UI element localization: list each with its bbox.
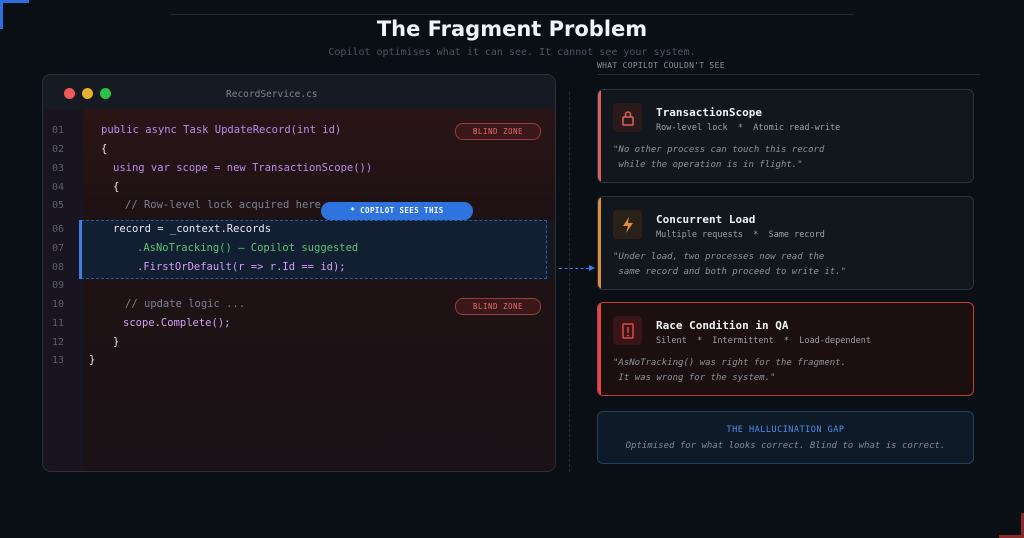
card-title: TransactionScope <box>656 106 762 119</box>
code-line: { <box>101 143 108 155</box>
line-number: 01 <box>52 125 65 136</box>
line-number: 13 <box>52 355 65 366</box>
blind-zone-badge-bottom: BLIND ZONE <box>455 298 541 315</box>
copilot-visible-marker <box>79 220 82 279</box>
header-rule <box>170 14 854 15</box>
card-title: Concurrent Load <box>656 213 756 226</box>
line-number: 10 <box>52 299 65 310</box>
card-quote: "AsNoTracking() was right for the fragme… <box>613 358 846 383</box>
card-race-condition: Race Condition in QA Silent * Intermitte… <box>597 302 974 396</box>
line-number: 07 <box>52 243 65 254</box>
gap-text: Optimised for what looks correct. Blind … <box>625 441 946 451</box>
card-tags: Row-level lock * Atomic read-write <box>656 123 841 133</box>
card-accent <box>598 90 601 182</box>
line-number: 06 <box>52 224 65 235</box>
code-line: } <box>113 336 120 348</box>
hallucination-gap-card: THE HALLUCINATION GAP Optimised for what… <box>597 411 974 464</box>
window-maximize-button[interactable] <box>100 88 111 99</box>
section-rule <box>597 74 980 75</box>
code-line: record = _context.Records <box>113 223 272 235</box>
card-concurrent-load: Concurrent Load Multiple requests * Same… <box>597 196 974 290</box>
code-line: scope.Complete(); <box>123 317 231 329</box>
lightning-icon <box>613 210 642 239</box>
code-comment: // update logic ... <box>125 298 246 310</box>
copilot-sees-badge: * COPILOT SEES THIS <box>321 202 473 220</box>
blind-zone-badge-top: BLIND ZONE <box>455 123 541 140</box>
code-line: } <box>89 354 96 366</box>
window-close-button[interactable] <box>64 88 75 99</box>
alert-icon <box>613 316 642 345</box>
card-title: Race Condition in QA <box>656 319 789 332</box>
card-tags: Silent * Intermittent * Load-dependent <box>656 336 871 346</box>
line-number: 05 <box>52 200 65 211</box>
connector-arrow-icon <box>589 265 595 271</box>
window-minimize-button[interactable] <box>82 88 93 99</box>
page-title: The Fragment Problem <box>376 17 648 41</box>
corner-accent-bottom-right <box>999 513 1024 538</box>
card-transactionscope: TransactionScope Row-level lock * Atomic… <box>597 89 974 183</box>
page-subtitle: Copilot optimises what it can see. It ca… <box>328 47 696 58</box>
code-line-suggested: .AsNoTracking() — Copilot suggested <box>137 242 359 254</box>
code-line: public async Task UpdateRecord(int id) <box>101 124 342 136</box>
card-tags: Multiple requests * Same record <box>656 230 825 240</box>
editor-filename: RecordService.cs <box>226 89 318 100</box>
line-number: 04 <box>52 182 65 193</box>
section-label: WHAT COPILOT COULDN'T SEE <box>597 61 725 70</box>
code-line: { <box>113 181 120 193</box>
divider-line <box>569 92 570 472</box>
card-accent <box>598 197 601 289</box>
line-number: 11 <box>52 318 65 329</box>
line-number: 12 <box>52 337 65 348</box>
lock-icon <box>613 103 642 132</box>
code-comment: // Row-level lock acquired here <box>125 199 321 211</box>
card-quote: "No other process can touch this record … <box>613 145 825 170</box>
card-quote: "Under load, two processes now read the … <box>613 252 846 277</box>
line-number: 03 <box>52 163 65 174</box>
code-line: .FirstOrDefault(r => r.Id == id); <box>137 261 346 273</box>
card-accent <box>598 303 601 395</box>
gap-title: THE HALLUCINATION GAP <box>726 425 845 435</box>
editor-titlebar: RecordService.cs <box>43 75 555 109</box>
code-line: using var scope = new TransactionScope()… <box>113 162 373 174</box>
line-number: 09 <box>52 280 65 291</box>
connector-line <box>559 268 589 269</box>
line-number: 02 <box>52 144 65 155</box>
code-editor-window: RecordService.cs 01 02 03 04 05 06 07 08… <box>42 74 556 472</box>
line-number: 08 <box>52 262 65 273</box>
